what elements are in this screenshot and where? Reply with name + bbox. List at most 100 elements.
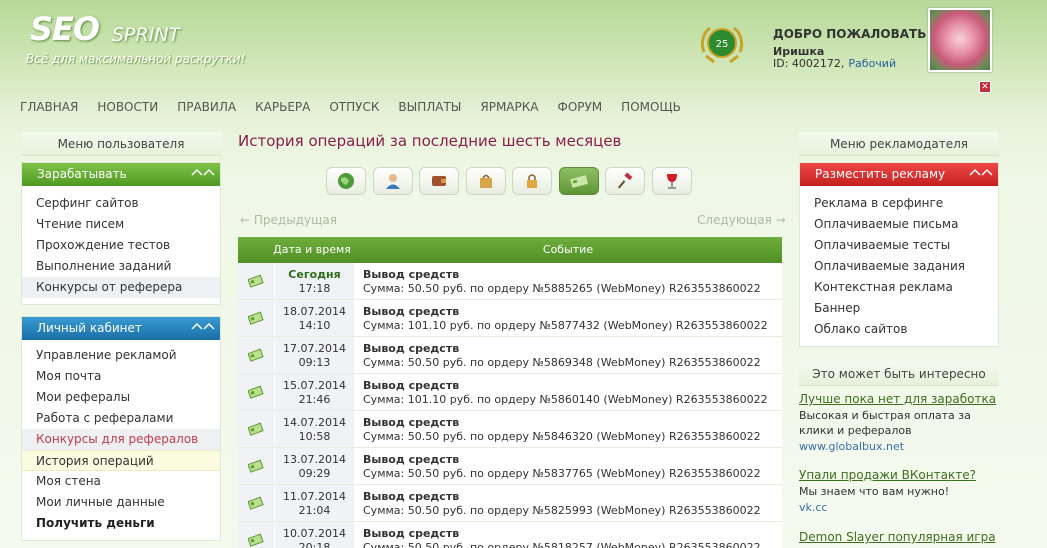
nav-item-fair[interactable]: ЯРМАРКА	[480, 100, 538, 114]
money-icon[interactable]	[558, 167, 599, 195]
ad-body: Высокая и быстрая оплата за клики и рефе…	[799, 409, 971, 437]
place-ad-menu-header[interactable]: Разместить рекламу	[800, 163, 998, 186]
chevron-up-icon[interactable]	[190, 319, 216, 333]
user-icon[interactable]	[372, 167, 413, 195]
row-time: 20:18	[298, 541, 331, 548]
nav-item-payouts[interactable]: ВЫПЛАТЫ	[398, 100, 461, 114]
sidebar-item-banner[interactable]: Баннер	[800, 298, 998, 319]
globe-icon[interactable]	[326, 167, 366, 195]
hammer-icon[interactable]	[605, 167, 645, 195]
event-cell: Вывод средств Сумма: 50.50 руб. по ордеру…	[354, 263, 782, 299]
main-nav: ГЛАВНАЯ НОВОСТИ ПРАВИЛА КАРЬЕРА ОТПУСК В…	[20, 100, 700, 114]
row-event-sum: Сумма: 50.50 руб. по ордеру №5837765 (We…	[363, 467, 761, 480]
sidebar-item-site-cloud[interactable]: Облако сайтов	[800, 319, 998, 340]
next-page-link[interactable]: Следующая →	[697, 213, 786, 227]
sidebar-item-my-wall[interactable]: Моя стена	[22, 471, 220, 492]
ad-block: Demon Slayer популярная игра	[799, 530, 1004, 546]
sidebar-item-referral-contests[interactable]: Конкурсы для рефералов	[22, 429, 220, 450]
ad-url[interactable]: www.globalbux.net	[799, 440, 1004, 453]
logo-sprint-text: SPRINT	[112, 24, 181, 46]
row-event-sum: Сумма: 50.50 руб. по ордеру №5869348 (We…	[363, 356, 761, 369]
row-time: 21:04	[298, 504, 331, 517]
sidebar-item-paid-mail[interactable]: Оплачиваемые письма	[800, 214, 998, 235]
event-cell: Вывод средств Сумма: 50.50 руб. по ордеру…	[354, 448, 782, 484]
event-cell: Вывод средств Сумма: 101.10 руб. по ордер…	[354, 300, 782, 336]
table-row: 15.07.2014 21:46 Вывод средств Сумма: 101.1…	[238, 374, 782, 411]
close-icon[interactable]: ✕	[979, 81, 991, 93]
chevron-up-icon[interactable]	[968, 165, 994, 179]
table-row: 13.07.2014 09:29 Вывод средств Сумма: 50.50…	[238, 448, 782, 485]
table-row: 11.07.2014 21:04 Вывод средств Сумма: 50.50…	[238, 485, 782, 522]
sidebar-item-ad-management[interactable]: Управление рекламой	[22, 345, 220, 366]
nav-item-help[interactable]: ПОМОЩЬ	[621, 100, 681, 114]
user-status-link[interactable]: Рабочий	[848, 57, 896, 70]
sidebar-item-operation-history[interactable]: История операций	[22, 450, 220, 471]
sidebar-item-my-mail[interactable]: Моя почта	[22, 366, 220, 387]
prev-page-link[interactable]: ← Предыдущая	[240, 213, 337, 227]
row-date: 10.07.2014	[283, 527, 346, 540]
money-icon	[238, 522, 274, 548]
money-icon	[238, 300, 274, 336]
sidebar-item-context-ad[interactable]: Контекстная реклама	[800, 277, 998, 298]
event-cell: Вывод средств Сумма: 50.50 руб. по ордеру…	[354, 522, 782, 548]
money-icon	[238, 485, 274, 521]
table-header: Дата и время Событие	[238, 237, 782, 263]
shopping-bag-icon[interactable]	[465, 167, 506, 195]
nav-item-rules[interactable]: ПРАВИЛА	[177, 100, 236, 114]
money-icon	[238, 263, 274, 299]
row-date: 11.07.2014	[283, 490, 346, 503]
lock-icon[interactable]	[512, 167, 552, 195]
ad-headline-link[interactable]: Лучше пока нет для заработка	[799, 392, 1004, 406]
row-date: 13.07.2014	[283, 453, 346, 466]
cabinet-menu-header[interactable]: Личный кабинет	[22, 317, 220, 340]
table-row: 18.07.2014 14:10 Вывод средств Сумма: 101.1…	[238, 300, 782, 337]
money-icon	[238, 374, 274, 410]
col-event-header: Событие	[542, 243, 594, 256]
row-event-sum: Сумма: 50.50 руб. по ордеру №5818257 (We…	[363, 541, 761, 548]
col-date-header: Дата и время	[273, 243, 351, 256]
row-event-title: Вывод средств	[363, 527, 460, 540]
sidebar-item-my-referrals[interactable]: Мои рефералы	[22, 387, 220, 408]
date-cell: 10.07.2014 20:18	[274, 522, 354, 548]
sidebar-item-surfing-ad[interactable]: Реклама в серфинге	[800, 193, 998, 214]
earn-menu-title: Зарабатывать	[37, 167, 127, 181]
nav-item-vacation[interactable]: ОТПУСК	[329, 100, 379, 114]
nav-item-home[interactable]: ГЛАВНАЯ	[20, 100, 78, 114]
row-event-sum: Сумма: 101.10 руб. по ордеру №5860140 (W…	[363, 393, 768, 406]
ad-url[interactable]: vk.cc	[799, 501, 1004, 514]
nav-item-forum[interactable]: ФОРУМ	[557, 100, 602, 114]
avatar[interactable]	[928, 8, 992, 72]
nav-item-news[interactable]: НОВОСТИ	[97, 100, 158, 114]
row-event-title: Вывод средств	[363, 268, 460, 281]
row-event-sum: Сумма: 50.50 руб. по ордеру №5885265 (We…	[363, 282, 761, 295]
ad-body: Мы знаем что вам нужно!	[799, 485, 950, 498]
nav-item-career[interactable]: КАРЬЕРА	[255, 100, 310, 114]
wine-glass-icon[interactable]	[651, 167, 692, 195]
sidebar-item-tests[interactable]: Прохождение тестов	[22, 235, 220, 256]
row-time: 14:10	[298, 319, 331, 332]
user-menu-title: Меню пользователя	[21, 132, 221, 156]
date-cell: Сегодня 17:18	[274, 263, 354, 299]
sidebar-item-referral-work[interactable]: Работа с рефералами	[22, 408, 220, 429]
operations-table: Дата и время Событие Сегодня 17:18 Вывод с…	[238, 237, 782, 548]
sidebar-item-reading-mail[interactable]: Чтение писем	[22, 214, 220, 235]
wallet-icon[interactable]	[419, 167, 459, 195]
sidebar-item-personal-data[interactable]: Мои личные данные	[22, 492, 220, 513]
sidebar-item-referrer-contests[interactable]: Конкурсы от реферера	[22, 277, 220, 298]
sidebar-item-get-money[interactable]: Получить деньги	[22, 513, 220, 534]
earn-menu-header[interactable]: Зарабатывать	[22, 163, 220, 186]
chevron-up-icon[interactable]	[190, 165, 216, 179]
earn-menu: Зарабатывать Серфинг сайтов Чтение писем…	[21, 162, 221, 305]
sidebar-item-paid-tasks[interactable]: Оплачиваемые задания	[800, 256, 998, 277]
sidebar-item-surfing[interactable]: Серфинг сайтов	[22, 193, 220, 214]
date-cell: 13.07.2014 09:29	[274, 448, 354, 484]
date-cell: 18.07.2014 14:10	[274, 300, 354, 336]
row-date: 14.07.2014	[283, 416, 346, 429]
sidebar-item-tasks[interactable]: Выполнение заданий	[22, 256, 220, 277]
ad-headline-link[interactable]: Упали продажи ВКонтакте?	[799, 468, 1004, 482]
sidebar-item-paid-tests[interactable]: Оплачиваемые тесты	[800, 235, 998, 256]
ad-headline-link[interactable]: Demon Slayer популярная игра	[799, 530, 1004, 544]
user-id-value: ID: 4002172,	[773, 57, 845, 70]
ad-block: Лучше пока нет для заработка Высокая и б…	[799, 392, 1004, 453]
level-badge-icon: 25	[698, 22, 746, 68]
